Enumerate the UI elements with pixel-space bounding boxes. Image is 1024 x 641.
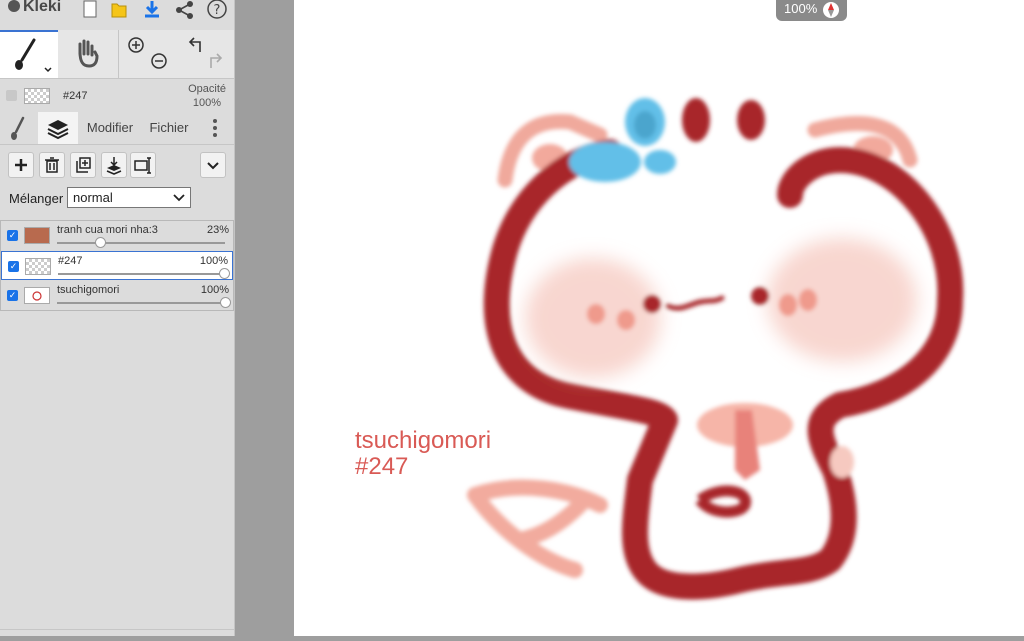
rename-layer-button[interactable] xyxy=(130,152,156,178)
layer-name: #247 xyxy=(58,255,83,267)
current-layer-info: #247 Opacité 100% xyxy=(0,80,234,112)
zoom-out-icon[interactable] xyxy=(151,53,167,69)
app-name: Kleki xyxy=(23,0,62,15)
download-icon[interactable] xyxy=(141,0,163,20)
slider-knob[interactable] xyxy=(219,268,230,279)
brush-tool-button[interactable] xyxy=(0,30,58,78)
zoom-in-icon[interactable] xyxy=(128,37,144,53)
layer-name: tranh cua mori nha:3 xyxy=(57,224,158,236)
add-layer-button[interactable] xyxy=(8,152,34,178)
merge-layer-button[interactable] xyxy=(101,152,127,178)
opacity-label: Opacité xyxy=(188,83,226,95)
blend-label: Mélanger xyxy=(9,191,64,206)
kleki-logo-icon xyxy=(8,0,20,12)
layer-item[interactable]: ✓ tsuchigomori 100% xyxy=(1,281,233,310)
hand-tool-button[interactable] xyxy=(58,30,118,78)
layer-name: tsuchigomori xyxy=(57,284,120,296)
merge-down-icon xyxy=(106,157,122,175)
layer-thumbnail xyxy=(24,287,50,304)
layer-visibility-checkbox[interactable]: ✓ xyxy=(7,290,18,301)
layer-thumbnail xyxy=(24,88,50,104)
drawing-canvas[interactable]: tsuchigomori #247 xyxy=(294,0,1024,636)
tuft-left xyxy=(682,98,710,142)
layer-opacity-slider[interactable] xyxy=(58,268,230,279)
layer-opacity: 100% xyxy=(200,284,229,296)
left-panel: Kleki ? #247 Opacité 100% Modifier Fichi… xyxy=(0,0,235,636)
bow-left xyxy=(569,142,641,182)
tab-file[interactable]: Fichier xyxy=(143,112,195,144)
mouth xyxy=(665,295,725,311)
panel-bottom-bar xyxy=(0,629,234,636)
blend-mode-select[interactable]: normal xyxy=(67,187,191,208)
canvas-caption: tsuchigomori #247 xyxy=(355,428,491,480)
compass-icon[interactable] xyxy=(822,1,840,19)
select-chevron-icon xyxy=(173,194,185,202)
tuft-right xyxy=(737,100,765,140)
layer-opacity: 23% xyxy=(206,224,229,236)
eye-left xyxy=(643,295,661,313)
artwork xyxy=(467,98,964,600)
layer-visibility-checkbox[interactable]: ✓ xyxy=(8,261,19,272)
current-layer-name: #247 xyxy=(63,90,88,102)
blend-mode-value: normal xyxy=(73,190,113,205)
more-menu-button[interactable] xyxy=(200,112,230,144)
undo-icon[interactable] xyxy=(188,37,201,52)
layers-icon xyxy=(47,120,69,140)
redo-icon[interactable] xyxy=(210,53,223,68)
zoom-level: 100% xyxy=(784,1,818,16)
duplicate-layer-button[interactable] xyxy=(70,152,96,178)
layer-item-selected[interactable]: ✓ #247 100% xyxy=(1,251,233,280)
caption-line-1: tsuchigomori xyxy=(355,427,492,454)
chevron-down-icon xyxy=(207,162,219,170)
zoom-buttons xyxy=(118,30,178,78)
trash-icon xyxy=(45,157,59,173)
undo-redo-buttons xyxy=(178,30,234,78)
hand-tool-icon xyxy=(78,39,99,68)
tool-row xyxy=(0,30,234,79)
layer-actions xyxy=(0,146,234,186)
wing xyxy=(467,479,608,578)
app-logo: Kleki xyxy=(8,0,61,16)
layer-visibility-checkbox[interactable]: ✓ xyxy=(7,230,18,241)
bow-knot xyxy=(644,150,676,174)
plus-icon xyxy=(15,159,27,171)
help-icon[interactable]: ? xyxy=(206,0,228,20)
layer-list: ✓ tranh cua mori nha:3 23% ✓ #247 100% ✓… xyxy=(0,220,234,311)
expand-options-button[interactable] xyxy=(200,152,226,178)
svg-text:?: ? xyxy=(214,3,221,18)
tab-layers[interactable] xyxy=(38,112,78,144)
rename-icon xyxy=(134,157,151,174)
tab-brush[interactable] xyxy=(0,112,38,144)
caption-line-2: #247 xyxy=(355,453,409,480)
brush-tool-icon xyxy=(15,38,52,73)
new-file-icon[interactable] xyxy=(80,0,102,20)
layer-opacity: 100% xyxy=(199,255,228,267)
open-folder-icon[interactable] xyxy=(108,0,130,20)
slider-knob[interactable] xyxy=(220,297,231,308)
zoom-indicator[interactable]: 100% xyxy=(776,0,847,21)
brush-tab-icon xyxy=(11,116,25,140)
layer-thumbnail xyxy=(24,227,50,244)
panel-tabs: Modifier Fichier xyxy=(0,112,234,145)
blend-mode-row: Mélanger normal xyxy=(0,186,234,214)
slider-knob[interactable] xyxy=(95,237,106,248)
layer-item[interactable]: ✓ tranh cua mori nha:3 23% xyxy=(1,221,233,250)
layer-visibility-checkbox[interactable] xyxy=(6,90,17,101)
top-bar: Kleki ? xyxy=(0,0,234,22)
layer-thumbnail xyxy=(25,258,51,275)
delete-layer-button[interactable] xyxy=(39,152,65,178)
more-vertical-icon xyxy=(213,119,217,137)
layer-opacity-slider[interactable] xyxy=(57,237,225,248)
arm xyxy=(695,485,751,518)
opacity-value: 100% xyxy=(192,97,221,109)
tab-modify[interactable]: Modifier xyxy=(80,112,140,144)
layer-opacity-slider[interactable] xyxy=(57,297,231,308)
duplicate-icon xyxy=(76,157,91,173)
eye-right xyxy=(751,287,769,305)
share-icon[interactable] xyxy=(174,0,196,20)
